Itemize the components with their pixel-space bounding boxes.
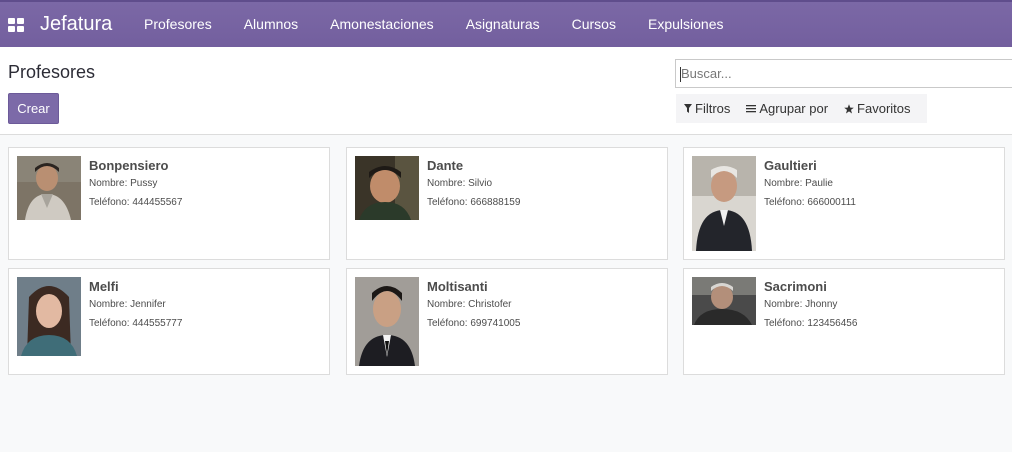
name-label: Nombre: <box>427 178 466 189</box>
teacher-surname: Sacrimoni <box>764 279 827 294</box>
phone-label: Teléfono: <box>427 318 468 329</box>
teacher-photo <box>692 277 756 325</box>
teacher-phone: 444455567 <box>132 197 183 208</box>
teacher-phone-line: Teléfono: 666000111 <box>764 197 856 208</box>
filter-icon <box>684 104 692 113</box>
teacher-surname: Moltisanti <box>427 279 488 294</box>
teacher-phone: 699741005 <box>470 318 521 329</box>
page-title: Profesores <box>8 62 96 82</box>
menu-item-cursos[interactable]: Cursos <box>556 2 632 47</box>
kanban-card[interactable]: Sacrimoni Nombre: Jhonny Teléfono: 12345… <box>683 268 1005 375</box>
star-icon <box>844 103 854 113</box>
teacher-name: Silvio <box>468 178 493 189</box>
phone-label: Teléfono: <box>764 318 805 329</box>
kanban-card[interactable]: Dante Nombre: Silvio Teléfono: 666888159 <box>346 147 668 260</box>
teacher-name: Paulie <box>805 178 833 189</box>
teacher-photo <box>355 156 419 220</box>
teacher-phone-line: Teléfono: 123456456 <box>764 318 857 329</box>
search-options: Filtros Agrupar por Favoritos <box>676 94 927 123</box>
teacher-name-line: Nombre: Christofer <box>427 299 512 310</box>
teacher-surname: Gaultieri <box>764 158 817 173</box>
teacher-name-line: Nombre: Paulie <box>764 178 833 189</box>
kanban-card[interactable]: Bonpensiero Nombre: Pussy Teléfono: 4444… <box>8 147 330 260</box>
teacher-phone: 666888159 <box>470 197 521 208</box>
name-label: Nombre: <box>764 178 803 189</box>
name-label: Nombre: <box>89 178 128 189</box>
list-icon <box>746 105 757 113</box>
menu-item-amonestaciones[interactable]: Amonestaciones <box>314 2 450 47</box>
search-input[interactable] <box>676 60 1012 87</box>
teacher-name-line: Nombre: Silvio <box>427 178 492 189</box>
phone-label: Teléfono: <box>89 318 130 329</box>
top-navbar: Jefatura Profesores Alumnos Amonestacion… <box>0 0 1012 47</box>
main-menu: Profesores Alumnos Amonestaciones Asigna… <box>128 2 739 47</box>
teacher-phone-line: Teléfono: 444455567 <box>89 197 182 208</box>
menu-item-profesores[interactable]: Profesores <box>128 2 228 47</box>
teacher-surname: Melfi <box>89 279 119 294</box>
teacher-surname: Bonpensiero <box>89 158 169 173</box>
teacher-name-line: Nombre: Pussy <box>89 178 157 189</box>
name-label: Nombre: <box>764 299 803 310</box>
teacher-surname: Dante <box>427 158 464 173</box>
menu-item-asignaturas[interactable]: Asignaturas <box>450 2 556 47</box>
phone-label: Teléfono: <box>89 197 130 208</box>
teacher-name-line: Nombre: Jennifer <box>89 299 166 310</box>
app-brand[interactable]: Jefatura <box>40 13 112 36</box>
teacher-name-line: Nombre: Jhonny <box>764 299 837 310</box>
teacher-photo <box>692 156 756 251</box>
control-panel: Profesores Crear Filtros Agrupar por Fav… <box>0 47 1012 135</box>
teacher-name: Christofer <box>468 299 512 310</box>
teacher-phone-line: Teléfono: 666888159 <box>427 197 520 208</box>
teacher-phone-line: Teléfono: 699741005 <box>427 318 520 329</box>
name-label: Nombre: <box>427 299 466 310</box>
teacher-phone: 666000111 <box>807 197 856 208</box>
kanban-card[interactable]: Melfi Nombre: Jennifer Teléfono: 4445557… <box>8 268 330 375</box>
teacher-phone: 444555777 <box>132 318 183 329</box>
teacher-phone: 123456456 <box>807 318 858 329</box>
teacher-name: Pussy <box>130 178 158 189</box>
teacher-photo <box>17 277 81 356</box>
teacher-photo <box>17 156 81 220</box>
kanban-card[interactable]: Gaultieri Nombre: Paulie Teléfono: 66600… <box>683 147 1005 260</box>
text-cursor <box>680 67 681 82</box>
grid-icon[interactable] <box>8 18 24 32</box>
group-by-label: Agrupar por <box>759 101 829 116</box>
search-box <box>675 59 1012 88</box>
phone-label: Teléfono: <box>764 197 805 208</box>
favorites-label: Favoritos <box>857 101 911 116</box>
menu-item-expulsiones[interactable]: Expulsiones <box>632 2 740 47</box>
teacher-name: Jhonny <box>805 299 838 310</box>
filters-label: Filtros <box>695 101 731 116</box>
menu-item-alumnos[interactable]: Alumnos <box>228 2 314 47</box>
favorites-button[interactable]: Favoritos <box>836 101 918 116</box>
teacher-name: Jennifer <box>130 299 166 310</box>
teacher-photo <box>355 277 419 366</box>
group-by-button[interactable]: Agrupar por <box>738 101 836 116</box>
name-label: Nombre: <box>89 299 128 310</box>
create-button[interactable]: Crear <box>8 93 59 124</box>
phone-label: Teléfono: <box>427 197 468 208</box>
kanban-card[interactable]: Moltisanti Nombre: Christofer Teléfono: … <box>346 268 668 375</box>
teacher-phone-line: Teléfono: 444555777 <box>89 318 182 329</box>
filters-button[interactable]: Filtros <box>676 101 738 116</box>
